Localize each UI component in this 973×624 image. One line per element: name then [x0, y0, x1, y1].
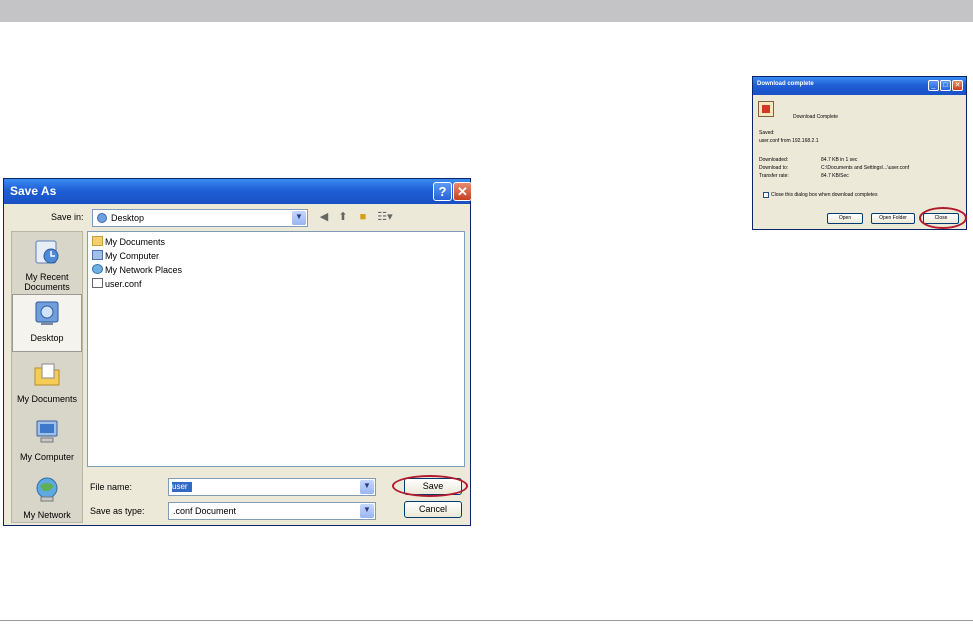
save-as-type-value: .conf Document: [173, 506, 237, 516]
folder-icon: [92, 236, 103, 246]
close-when-complete-checkbox[interactable]: [763, 192, 769, 198]
download-titlebar: Download complete _ □ ✕: [753, 77, 966, 95]
download-title: Download complete: [757, 81, 814, 87]
file-name-label: File name:: [90, 482, 133, 492]
chevron-down-icon: ▼: [360, 480, 374, 494]
place-label: My Recent Documents: [24, 272, 70, 292]
place-label: My Documents: [16, 394, 78, 404]
saved-value: user.conf from 192.168.2.1: [759, 138, 819, 144]
save-in-value: Desktop: [111, 213, 145, 223]
close-button[interactable]: ✕: [453, 182, 472, 201]
file-name-value: user: [172, 482, 192, 492]
save-in-label: Save in:: [51, 212, 84, 222]
open-folder-button[interactable]: Open Folder: [871, 213, 915, 224]
network-icon: [92, 264, 103, 274]
bottom-rule: [0, 620, 973, 621]
save-highlight-circle: [392, 475, 468, 497]
list-item[interactable]: My Computer: [92, 250, 159, 263]
save-as-titlebar: Save As ? ✕: [4, 179, 472, 204]
save-in-dropdown[interactable]: Desktop ▼: [92, 209, 308, 227]
views-menu-icon[interactable]: ☷▾: [375, 210, 395, 224]
save-as-type-label: Save as type:: [90, 506, 145, 516]
desktop-small-icon: [97, 213, 107, 223]
download-heading: Download Complete: [793, 114, 839, 120]
back-icon[interactable]: ◀: [317, 210, 331, 224]
close-icon: ✕: [457, 184, 468, 199]
my-network-icon: [36, 477, 58, 502]
saved-label: Saved:: [759, 130, 775, 136]
chevron-down-icon: ▼: [292, 211, 306, 225]
place-label: Desktop: [30, 333, 64, 343]
cancel-button[interactable]: Cancel: [404, 501, 462, 518]
open-button[interactable]: Open: [827, 213, 863, 224]
help-icon: ?: [438, 184, 447, 199]
place-my-computer[interactable]: My Computer: [12, 418, 82, 462]
list-item[interactable]: My Network Places: [92, 264, 182, 277]
place-my-network[interactable]: My Network: [12, 476, 82, 520]
desktop-icon: [35, 301, 59, 325]
downloaded-value: 84.7 KB in 1 sec: [821, 157, 858, 163]
download-icon: [758, 101, 774, 117]
file-name-field[interactable]: user ▼: [168, 478, 376, 496]
my-documents-icon: [34, 363, 60, 386]
download-to-value: C:\Documents and Settings\...\user.conf: [821, 165, 910, 171]
list-item[interactable]: My Documents: [92, 236, 165, 249]
checkbox-label: Close this dialog box when download comp…: [771, 192, 878, 198]
up-folder-icon[interactable]: ⬆: [336, 210, 350, 224]
document-icon: [92, 278, 103, 288]
place-my-documents[interactable]: My Documents: [12, 360, 82, 404]
minimize-icon[interactable]: _: [928, 80, 939, 91]
transfer-rate-value: 84.7 KB/Sec: [821, 173, 849, 179]
help-button[interactable]: ?: [433, 182, 452, 201]
recent-documents-icon: [35, 240, 59, 264]
transfer-rate-label: Transfer rate:: [759, 173, 789, 179]
maximize-icon[interactable]: □: [940, 80, 951, 91]
my-computer-icon: [36, 420, 58, 443]
place-recent-documents[interactable]: My Recent Documents: [12, 238, 82, 292]
downloaded-label: Downloaded:: [759, 157, 789, 163]
computer-icon: [92, 250, 103, 260]
list-item[interactable]: user.conf: [92, 278, 142, 291]
download-to-label: Download to:: [759, 165, 789, 171]
save-as-dialog: Save As ? ✕ Save in: Desktop ▼ ◀ ⬆ ■ ☷▾ …: [3, 178, 472, 526]
close-highlight-circle: [919, 207, 967, 229]
place-desktop[interactable]: Desktop: [12, 294, 82, 352]
place-label: My Computer: [19, 452, 74, 462]
close-icon[interactable]: ✕: [952, 80, 963, 91]
save-as-title: Save As: [10, 184, 57, 198]
place-label: My Network: [23, 510, 71, 520]
places-bar: My Recent Documents Desktop My Documents: [11, 231, 83, 523]
top-band: [0, 0, 973, 22]
file-list[interactable]: My Documents My Computer My Network Plac…: [87, 231, 465, 467]
chevron-down-icon: ▼: [360, 504, 374, 518]
save-as-type-dropdown[interactable]: .conf Document ▼: [168, 502, 376, 520]
new-folder-icon[interactable]: ■: [356, 210, 370, 224]
